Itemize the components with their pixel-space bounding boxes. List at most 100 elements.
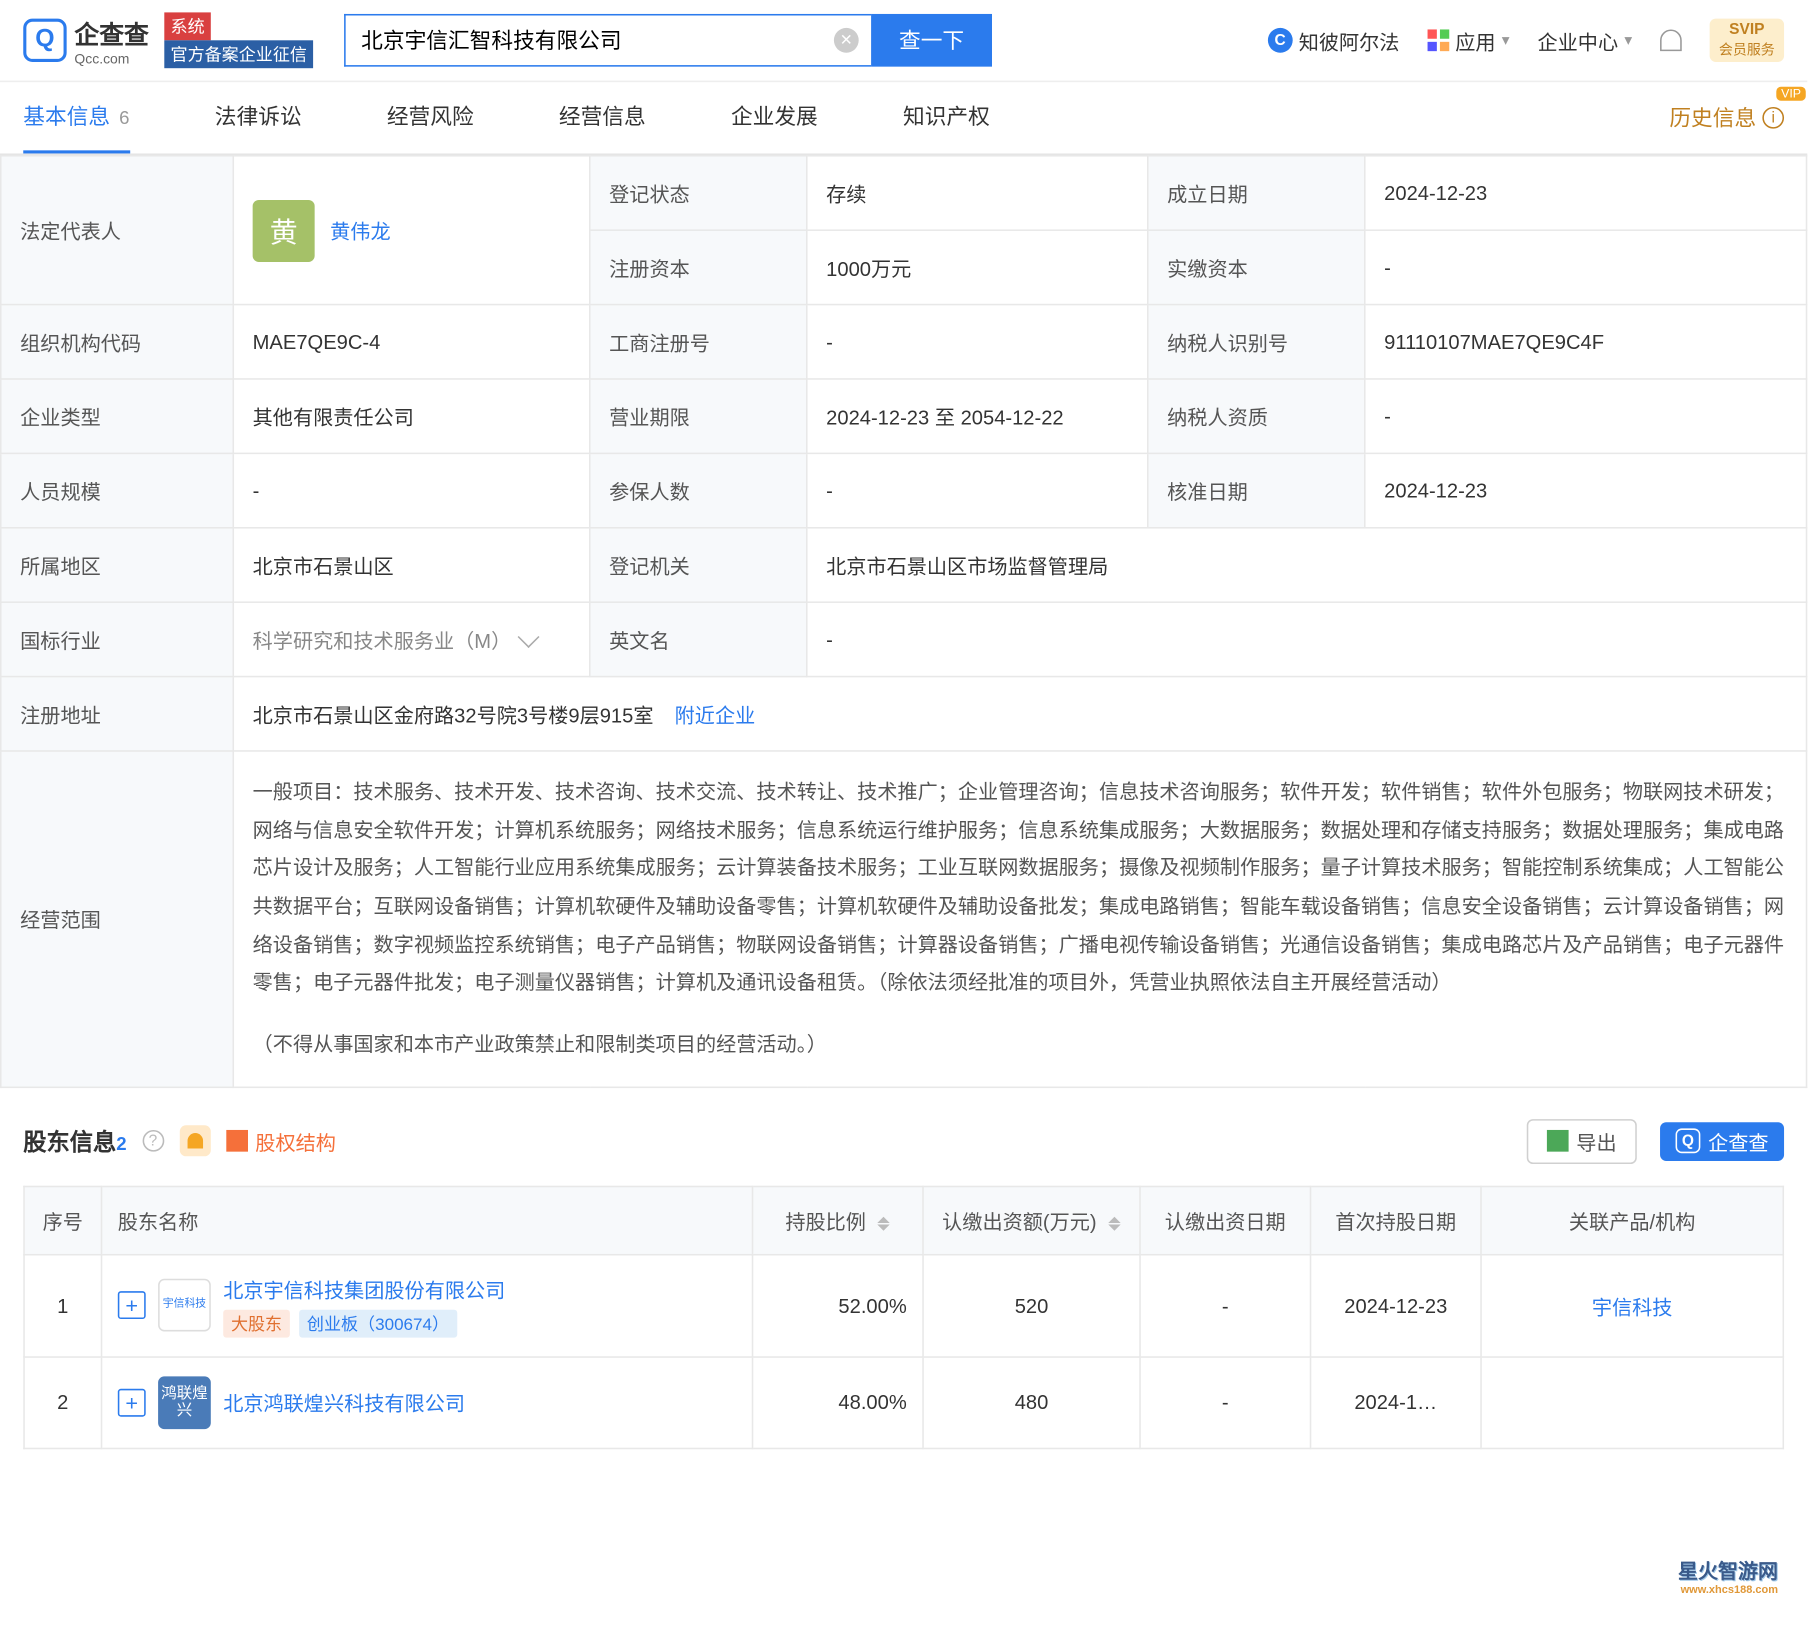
shareholder-name-link[interactable]: 北京鸿联煌兴科技有限公司 [223,1388,465,1417]
table-header-row: 序号 股东名称 持股比例 认缴出资额(万元) 认缴出资日期 首次持股日期 关联产… [24,1186,1783,1254]
qcc-brand-badge[interactable]: Q 企查查 [1660,1122,1784,1161]
found-date-label: 成立日期 [1148,156,1365,230]
staff-size: - [233,453,589,527]
biz-reg: - [807,305,1148,379]
tax-id-label: 纳税人识别号 [1148,305,1365,379]
search-box: ✕ 查一下 [344,14,992,67]
table-row: 2 + 鸿联煌兴 北京鸿联煌兴科技有限公司 48.00%480-2024-1… [24,1357,1783,1448]
tab-history[interactable]: 历史信息 i VIP [1669,82,1784,153]
logo-cn: 企查查 [74,14,148,51]
scope-text: 一般项目：技术服务、技术开发、技术咨询、技术交流、技术转让、技术推广；企业管理咨… [253,773,1787,1003]
alert-button[interactable] [179,1126,210,1157]
equity-structure-button[interactable]: 股权结构 [226,1127,336,1156]
tax-id: 91110107MAE7QE9C4F [1365,305,1807,379]
app-link[interactable]: 应用 ▾ [1427,26,1509,55]
watermark-sub: www.xhcs188.com [1678,1584,1778,1596]
company-logo: 宇信科技 [158,1279,211,1332]
expand-button[interactable]: + [118,1292,146,1320]
logo-icon: Q [23,19,66,62]
tab-legal[interactable]: 法律诉讼 [215,82,302,153]
col-index: 序号 [24,1186,101,1254]
found-date: 2024-12-23 [1365,156,1807,230]
cell-first-hold-date: 2024-1… [1311,1357,1482,1448]
insured: - [807,453,1148,527]
industry-label: 国标行业 [1,602,234,676]
tab-risk[interactable]: 经营风险 [387,82,474,153]
search-button[interactable]: 查一下 [871,14,992,67]
clear-icon[interactable]: ✕ [834,28,859,53]
reg-auth-label: 登记机关 [590,528,807,602]
company-logo: 鸿联煌兴 [158,1376,211,1429]
tab-ip[interactable]: 知识产权 [903,82,990,153]
export-button[interactable]: 导出 [1527,1119,1637,1164]
expand-button[interactable]: + [118,1389,146,1417]
org-code-label: 组织机构代码 [1,305,234,379]
tag-major-shareholder: 大股东 [223,1309,290,1337]
svip-badge[interactable]: SVIP 会员服务 [1710,19,1784,62]
sort-icon [878,1217,890,1231]
cell-index: 2 [24,1357,101,1448]
excel-icon [1547,1130,1569,1152]
bell-icon [187,1134,203,1150]
col-ratio[interactable]: 持股比例 [753,1186,924,1254]
org-code: MAE7QE9C-4 [233,305,589,379]
header: Q 企查查 Qcc.com 系统 官方备案企业征信 ✕ 查一下 C 知彼阿尔法 … [0,0,1807,82]
table-row: 1 + 宇信科技 北京宇信科技集团股份有限公司 大股东创业板（300674） 5… [24,1254,1783,1356]
tag-board: 创业板（300674） [299,1309,457,1337]
app-grid-icon [1427,29,1449,51]
related-product-link[interactable]: 宇信科技 [1592,1296,1673,1319]
qcc-icon: Q [1676,1129,1701,1154]
logo[interactable]: Q 企查查 Qcc.com [23,14,149,67]
approve-date-label: 核准日期 [1148,453,1365,527]
vip-badge-icon: VIP [1776,87,1805,101]
notification-button[interactable] [1660,29,1682,51]
tab-basic-info[interactable]: 基本信息 6 [23,82,129,153]
reg-status-label: 登记状态 [590,156,807,230]
zhibi-link[interactable]: C 知彼阿尔法 [1268,26,1400,55]
cell-related [1481,1357,1783,1448]
address: 北京市石景山区金府路32号院3号楼9层915室 [253,704,654,727]
biz-term: 2024-12-23 至 2054-12-22 [807,379,1148,453]
region: 北京市石景山区 [233,528,589,602]
section-title: 股东信息2 [23,1125,126,1158]
company-info-table: 法定代表人 黄 黄伟龙 登记状态 存续 成立日期 2024-12-23 注册资本… [0,155,1807,1088]
ent-type: 其他有限责任公司 [233,379,589,453]
auth-tags: 系统 官方备案企业征信 [164,12,313,68]
cell-amount: 520 [923,1254,1140,1356]
tag-auth: 官方备案企业征信 [164,40,313,68]
cell-index: 1 [24,1254,101,1356]
nearby-link[interactable]: 附近企业 [675,704,756,727]
search-input[interactable] [344,14,871,67]
reg-capital: 1000万元 [807,230,1148,304]
watermark: 星火智游网 www.xhcs188.com [1678,1555,1778,1596]
region-label: 所属地区 [1,528,234,602]
col-name: 股东名称 [102,1186,753,1254]
legal-rep-label: 法定代表人 [1,156,234,305]
shareholder-table: 序号 股东名称 持股比例 认缴出资额(万元) 认缴出资日期 首次持股日期 关联产… [23,1185,1784,1449]
info-icon[interactable]: ? [142,1130,164,1152]
sort-icon [1108,1217,1120,1231]
industry-dropdown[interactable]: 科学研究和技术服务业（M） [253,625,571,654]
tax-qual: - [1365,379,1807,453]
biz-reg-label: 工商注册号 [590,305,807,379]
paid-capital-label: 实缴资本 [1148,230,1365,304]
main-tabs: 基本信息 6 法律诉讼 经营风险 经营信息 企业发展 知识产权 历史信息 i V… [0,82,1807,155]
enterprise-center-link[interactable]: 企业中心 ▾ [1538,26,1633,55]
legal-rep-name[interactable]: 黄伟龙 [330,215,390,244]
col-first-hold-date: 首次持股日期 [1311,1186,1482,1254]
scope-extra: （不得从事国家和本市产业政策禁止和限制类项目的经营活动。） [253,1026,1787,1064]
ent-type-label: 企业类型 [1,379,234,453]
approve-date: 2024-12-23 [1365,453,1807,527]
bell-icon [1660,29,1682,51]
tab-development[interactable]: 企业发展 [731,82,818,153]
cell-amount: 480 [923,1357,1140,1448]
tab-biz-info[interactable]: 经营信息 [559,82,646,153]
address-cell: 北京市石景山区金府路32号院3号楼9层915室 附近企业 [233,677,1806,751]
insured-label: 参保人数 [590,453,807,527]
col-amount[interactable]: 认缴出资额(万元) [923,1186,1140,1254]
watermark-main: 星火智游网 [1678,1555,1778,1584]
shareholder-section: 股东信息2 ? 股权结构 导出 Q 企查查 序号 股东名称 持股比例 [0,1088,1807,1465]
shareholder-name-link[interactable]: 北京宇信科技集团股份有限公司 [223,1274,505,1303]
col-related: 关联产品/机构 [1481,1186,1783,1254]
en-name-label: 英文名 [590,602,807,676]
